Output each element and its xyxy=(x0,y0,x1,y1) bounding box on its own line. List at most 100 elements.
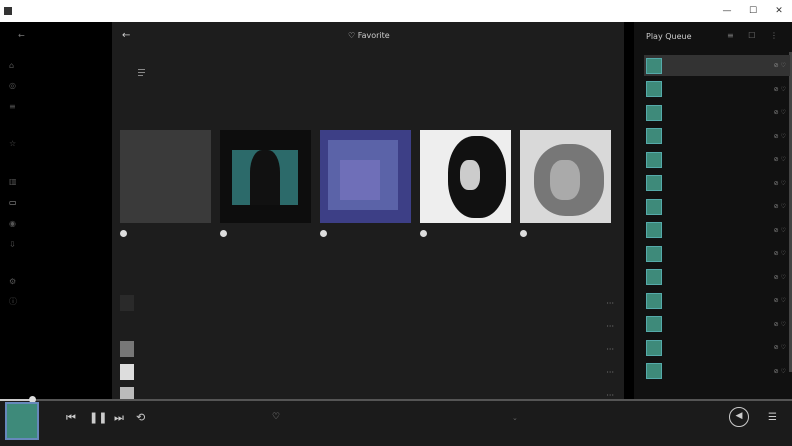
sidebar-item-folder[interactable]: ▭ xyxy=(9,196,29,208)
artist-row[interactable]: ··· xyxy=(112,315,624,337)
album-art[interactable] xyxy=(120,130,211,223)
queue-item[interactable]: ⊘ ♡ xyxy=(644,79,790,100)
queue-item-art xyxy=(646,198,662,215)
queue-item[interactable]: ⊘ ♡ xyxy=(644,290,790,311)
star-icon: ☆ xyxy=(9,138,17,148)
sidebar-item-download[interactable]: ⇩ xyxy=(9,238,29,250)
album-art[interactable] xyxy=(220,130,311,223)
queue-item[interactable]: ⊘ ♡ xyxy=(644,220,790,241)
queue-item-art xyxy=(646,245,662,262)
maximize-button[interactable]: ☐ xyxy=(740,6,766,16)
queue-item[interactable]: ⊘ ♡ xyxy=(644,173,790,194)
close-button[interactable]: ✕ xyxy=(766,6,792,16)
queue-item-art xyxy=(646,292,662,309)
album-art[interactable] xyxy=(520,130,611,223)
queue-item-art xyxy=(646,128,662,144)
artist-row[interactable]: ··· xyxy=(112,361,624,383)
sidebar-item-settings[interactable]: ⚙ xyxy=(9,275,29,287)
back-button[interactable]: ← xyxy=(122,30,130,41)
play-album-button[interactable] xyxy=(520,230,527,237)
queue-item-art xyxy=(646,316,662,332)
globe-icon: ◉ xyxy=(9,218,16,228)
queue-item-art xyxy=(646,339,662,356)
menu-icon[interactable]: ☰ xyxy=(768,412,777,423)
sidebar-item-info[interactable]: ⓘ xyxy=(9,295,29,307)
more-options-icon[interactable]: ··· xyxy=(606,368,614,377)
play-album-button[interactable] xyxy=(120,230,127,237)
queue-item-actions-icon[interactable]: ⊘ ♡ xyxy=(774,368,786,375)
queue-item-actions-icon[interactable]: ⊘ ♡ xyxy=(774,109,786,116)
more-options-icon[interactable]: ··· xyxy=(606,391,614,400)
playlist-item[interactable] xyxy=(120,68,158,76)
repeat-button[interactable]: ⟲ xyxy=(136,411,145,424)
album-card[interactable] xyxy=(520,130,611,237)
queue-item[interactable]: ⊘ ♡ xyxy=(644,149,790,170)
more-options-icon[interactable]: ··· xyxy=(606,322,614,331)
play-album-button[interactable] xyxy=(420,230,427,237)
expand-chevron-icon[interactable]: ⌄ xyxy=(512,414,518,422)
queue-item-art xyxy=(646,175,662,191)
album-card[interactable] xyxy=(320,130,411,237)
play-album-button[interactable] xyxy=(320,230,327,237)
queue-item-actions-icon[interactable]: ⊘ ♡ xyxy=(774,86,786,93)
queue-item[interactable]: ⊘ ♡ xyxy=(644,196,790,217)
favorite-heart-icon[interactable]: ♡ xyxy=(272,412,280,422)
artist-row[interactable]: ··· xyxy=(112,384,624,399)
queue-item-actions-icon[interactable]: ⊘ ♡ xyxy=(774,344,786,351)
queue-item-actions-icon[interactable]: ⊘ ♡ xyxy=(774,203,786,210)
sidebar-back-icon[interactable]: ← xyxy=(18,31,25,40)
sidebar-item-globe[interactable]: ◉ xyxy=(9,217,29,229)
pause-button[interactable]: ❚❚ xyxy=(89,411,107,424)
sidebar-item-home[interactable]: ⌂ xyxy=(9,59,29,71)
album-art[interactable] xyxy=(320,130,411,223)
playlist-icon xyxy=(138,69,145,76)
sidebar-item-radio[interactable]: ◎ xyxy=(9,79,29,91)
queue-item[interactable]: ⊘ ♡ xyxy=(644,55,790,76)
queue-title: Play Queue xyxy=(646,32,692,41)
next-button[interactable]: ⏭ xyxy=(114,411,124,425)
queue-item[interactable]: ⊘ ♡ xyxy=(644,243,790,264)
queue-item-actions-icon[interactable]: ⊘ ♡ xyxy=(774,180,786,187)
minimize-button[interactable]: — xyxy=(714,6,740,16)
album-card[interactable] xyxy=(220,130,311,237)
queue-actions-icon[interactable]: ≡ ☐ ⋮ xyxy=(727,31,784,40)
play-album-button[interactable] xyxy=(220,230,227,237)
play-queue-panel: Play Queue ≡ ☐ ⋮ ⊘ ♡ ⊘ ♡ ⊘ ♡ ⊘ ♡ ⊘ ♡ ⊘ ♡ ⊘ ♡ ⊘ … xyxy=(634,22,792,399)
more-options-icon[interactable]: ··· xyxy=(606,299,614,308)
queue-item[interactable]: ⊘ ♡ xyxy=(644,126,790,147)
album-art[interactable] xyxy=(420,130,511,223)
queue-item-actions-icon[interactable]: ⊘ ♡ xyxy=(774,62,786,69)
queue-item[interactable]: ⊘ ♡ xyxy=(644,102,790,123)
stats-icon: ▥ xyxy=(9,176,17,186)
queue-item-actions-icon[interactable]: ⊘ ♡ xyxy=(774,274,786,281)
folder-icon: ▭ xyxy=(9,197,17,207)
artist-row[interactable]: ··· xyxy=(112,292,624,314)
sidebar-item-star[interactable]: ☆ xyxy=(9,137,29,149)
queue-item-actions-icon[interactable]: ⊘ ♡ xyxy=(774,133,786,140)
queue-item-actions-icon[interactable]: ⊘ ♡ xyxy=(774,250,786,257)
queue-item-actions-icon[interactable]: ⊘ ♡ xyxy=(774,321,786,328)
queue-item[interactable]: ⊘ ♡ xyxy=(644,314,790,335)
queue-item-actions-icon[interactable]: ⊘ ♡ xyxy=(774,227,786,234)
more-options-icon[interactable]: ··· xyxy=(606,345,614,354)
album-card[interactable] xyxy=(420,130,511,237)
artist-thumbnail xyxy=(120,295,134,311)
player-bar: ⏮ ❚❚ ⏭ ⟲ ♡ ⌄ ◀ ☰ xyxy=(0,396,792,446)
queue-item[interactable]: ⊘ ♡ xyxy=(644,337,790,358)
volume-button[interactable]: ◀ xyxy=(729,407,749,427)
artist-row[interactable]: ··· xyxy=(112,338,624,360)
sidebar-item-stats[interactable]: ▥ xyxy=(9,175,29,187)
sidebar-item-list[interactable]: ≡ xyxy=(9,100,29,112)
tab-favorites[interactable]: ♡ Favorite xyxy=(348,31,390,40)
queue-item[interactable]: ⊘ ♡ xyxy=(644,267,790,288)
main-content: ← ♡ Favorite ··· ··· ··· ··· ··· xyxy=(112,22,624,399)
album-card[interactable] xyxy=(120,130,211,237)
now-playing-art[interactable] xyxy=(5,402,39,440)
queue-item-art xyxy=(646,363,662,379)
previous-button[interactable]: ⏮ xyxy=(66,411,76,425)
queue-item-actions-icon[interactable]: ⊘ ♡ xyxy=(774,156,786,163)
queue-item-actions-icon[interactable]: ⊘ ♡ xyxy=(774,297,786,304)
queue-item[interactable]: ⊘ ♡ xyxy=(644,361,790,382)
artist-thumbnail xyxy=(120,387,134,399)
progress-bar[interactable] xyxy=(0,396,792,403)
